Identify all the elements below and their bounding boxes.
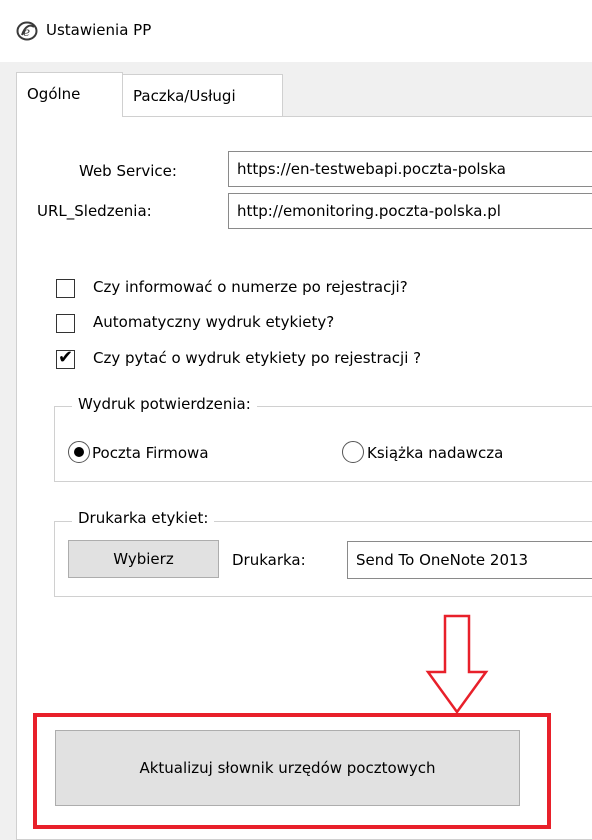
printer-label: Drukarka:: [232, 551, 306, 569]
radio-ksiazka-nadawcza[interactable]: [342, 441, 364, 463]
checkbox-notify-number-label: Czy informować o numerze po rejestracji?: [93, 278, 408, 296]
svg-text:e: e: [23, 25, 30, 39]
printer-input[interactable]: Send To OneNote 2013: [347, 541, 592, 579]
url-tracking-label: URL_Sledzenia:: [37, 202, 152, 220]
title-bar: e Ustawienia PP: [0, 0, 592, 62]
radio-poczta-firmowa-label: Poczta Firmowa: [92, 444, 209, 462]
checkbox-auto-print-label: Automatyczny wydruk etykiety?: [93, 313, 335, 331]
web-service-label: Web Service:: [79, 162, 177, 180]
checkbox-auto-print[interactable]: [56, 314, 75, 333]
label-printer-group-title: Drukarka etykiet:: [72, 509, 215, 527]
checkmark-icon: ✔: [58, 347, 74, 368]
tab-general[interactable]: Ogólne: [16, 72, 123, 117]
radio-ksiazka-nadawcza-label: Książka nadawcza: [367, 444, 504, 462]
window-title: Ustawienia PP: [46, 21, 152, 39]
choose-printer-button[interactable]: Wybierz: [68, 540, 219, 578]
app-logo-icon: e: [16, 21, 38, 41]
tab-package-services[interactable]: Paczka/Usługi: [123, 74, 283, 116]
radio-selected-dot: [74, 447, 84, 457]
checkbox-ask-print-label: Czy pytać o wydruk etykiety po rejestrac…: [93, 349, 422, 367]
checkbox-notify-number[interactable]: [56, 279, 75, 298]
url-tracking-input[interactable]: http://emonitoring.poczta-polska.pl: [228, 193, 592, 229]
down-arrow-icon: [425, 614, 489, 715]
checkbox-ask-print[interactable]: ✔: [56, 347, 75, 369]
web-service-input[interactable]: https://en-testwebapi.poczta-polska: [228, 151, 592, 187]
confirmation-print-group-title: Wydruk potwierdzenia:: [72, 395, 257, 413]
highlight-frame: [33, 713, 551, 829]
radio-poczta-firmowa[interactable]: [68, 441, 90, 463]
